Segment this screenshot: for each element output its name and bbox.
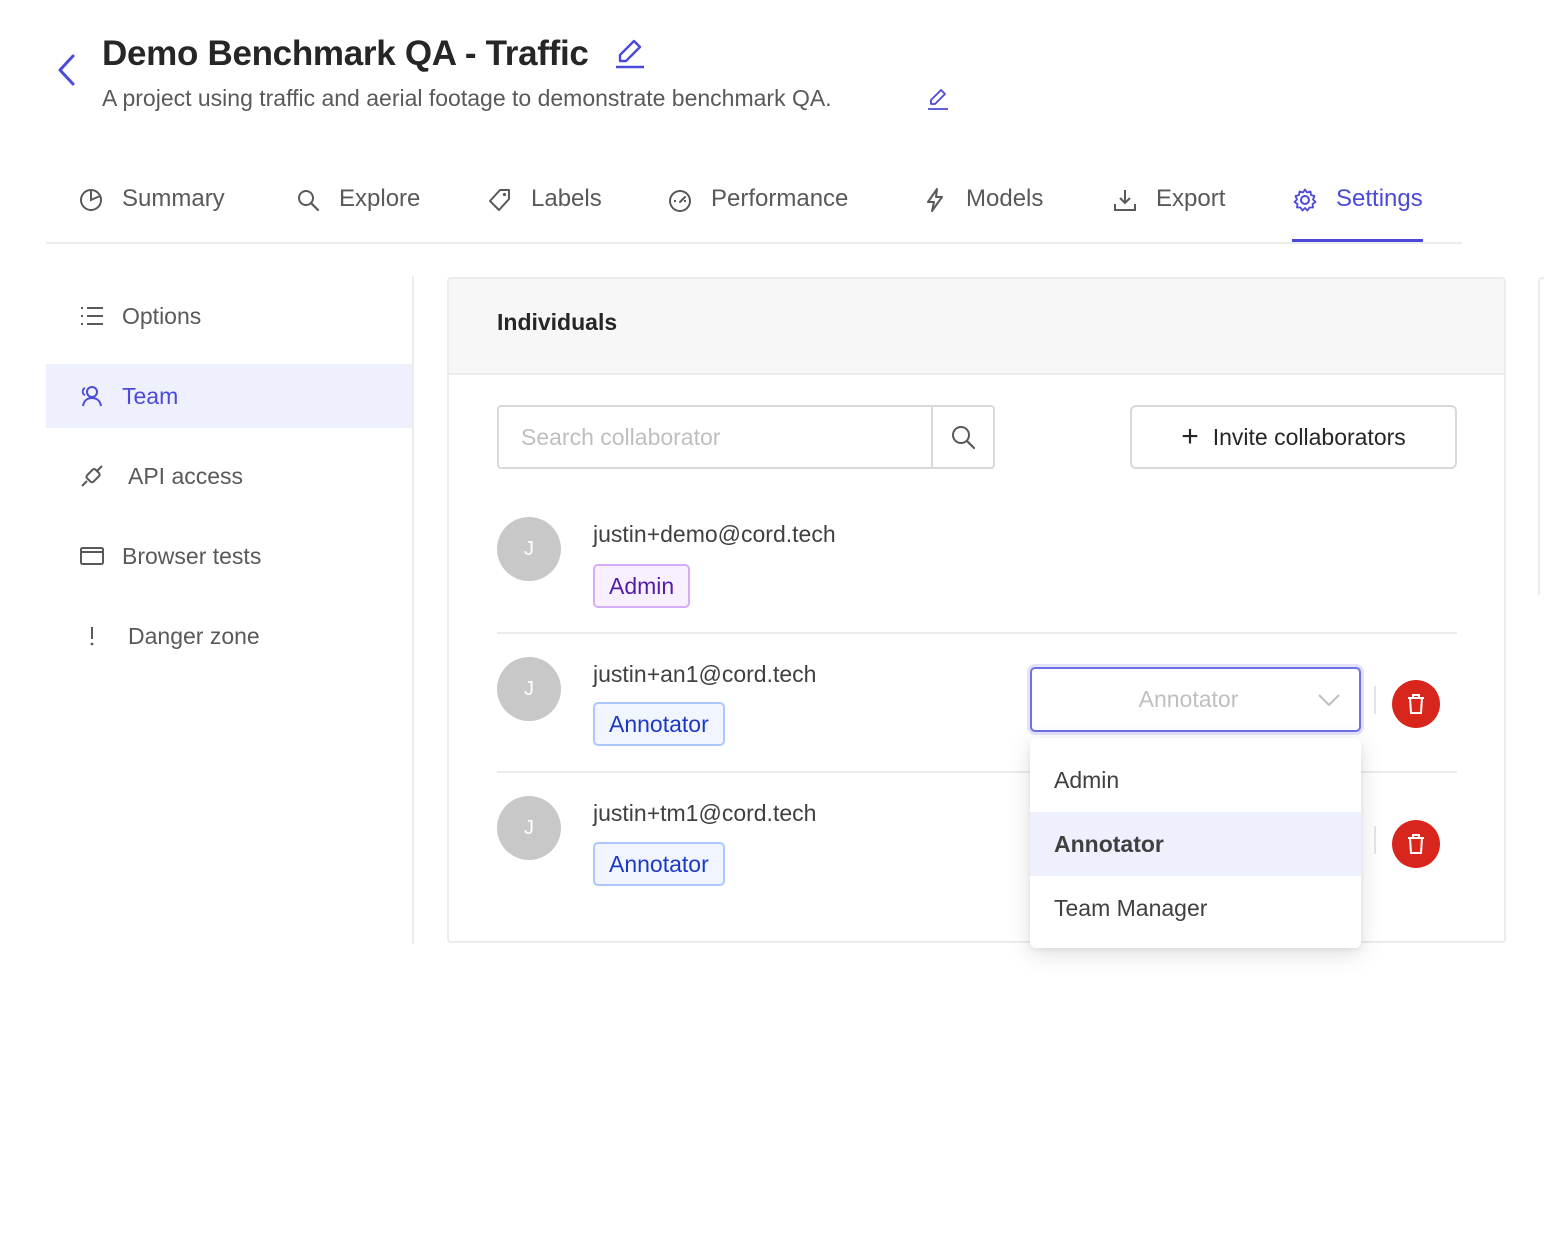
sidebar-item-api-access[interactable]: API access: [46, 444, 412, 508]
settings-sidebar: Options Team API access Browser tests Da…: [46, 276, 414, 944]
avatar: J: [497, 517, 561, 581]
collaborator-email: justin+an1@cord.tech: [593, 661, 817, 687]
project-tabs: Summary Explore Labels Performance Model…: [46, 160, 1462, 244]
card-header: Individuals: [449, 279, 1504, 375]
download-icon: [1114, 190, 1136, 211]
tab-performance[interactable]: Performance: [667, 178, 848, 242]
invite-collaborators-button[interactable]: + Invite collaborators: [1130, 405, 1457, 469]
role-dropdown-menu: Admin Annotator Team Manager: [1030, 738, 1361, 948]
search-button[interactable]: [931, 407, 993, 467]
edit-pencil-icon: [616, 39, 644, 69]
sidebar-item-options[interactable]: Options: [46, 284, 412, 348]
adjacent-panel-edge: [1538, 277, 1544, 595]
edit-pencil-icon: [928, 89, 948, 110]
page-title: Demo Benchmark QA - Traffic: [102, 34, 589, 73]
tab-settings[interactable]: Settings: [1292, 178, 1423, 242]
gear-icon: [1293, 188, 1317, 212]
delete-collaborator-button[interactable]: [1392, 820, 1440, 868]
sidebar-item-label: Danger zone: [128, 622, 260, 649]
chevron-left-icon: [58, 54, 75, 86]
sidebar-item-team[interactable]: Team: [46, 364, 412, 428]
sidebar-item-danger-zone[interactable]: Danger zone: [46, 604, 412, 668]
tag-icon: [489, 189, 510, 211]
tab-label: Summary: [122, 185, 225, 212]
pie-chart-icon: [80, 189, 102, 211]
role-tag: Annotator: [593, 702, 725, 746]
search-input[interactable]: [499, 407, 931, 467]
sidebar-item-browser-tests[interactable]: Browser tests: [46, 524, 412, 588]
role-tag: Annotator: [593, 842, 725, 886]
trash-icon: [1408, 834, 1424, 854]
divider: [1374, 826, 1376, 854]
dashboard-icon: [669, 190, 691, 212]
invite-label: Invite collaborators: [1212, 423, 1406, 450]
tab-models[interactable]: Models: [922, 178, 1043, 242]
back-button[interactable]: [50, 52, 82, 88]
sidebar-item-label: Team: [122, 382, 179, 409]
plus-icon: +: [1181, 420, 1199, 453]
role-option-annotator[interactable]: Annotator: [1030, 812, 1361, 876]
browser-window-icon: [78, 542, 106, 570]
collaborator-email: justin+demo@cord.tech: [593, 521, 836, 547]
exclamation-icon: [78, 622, 106, 650]
edit-title-button[interactable]: [612, 36, 646, 72]
edit-subtitle-button[interactable]: [926, 85, 950, 113]
collaborator-row: J justin+demo@cord.tech Admin: [497, 517, 1457, 634]
tab-label: Settings: [1336, 185, 1423, 212]
card-title: Individuals: [497, 309, 618, 335]
page-subtitle: A project using traffic and aerial foota…: [102, 85, 832, 111]
list-icon: [78, 302, 106, 330]
delete-collaborator-button[interactable]: [1392, 680, 1440, 728]
sidebar-item-label: Options: [122, 302, 202, 329]
divider: [1374, 686, 1376, 714]
role-tag: Admin: [593, 564, 691, 608]
avatar: J: [497, 657, 561, 721]
avatar: J: [497, 796, 561, 860]
tab-label: Labels: [531, 185, 602, 212]
tab-label: Export: [1156, 185, 1226, 212]
sidebar-item-label: Browser tests: [122, 542, 262, 569]
role-select-value: Annotator: [1138, 686, 1239, 712]
role-option-team-manager[interactable]: Team Manager: [1030, 876, 1361, 940]
team-icon: [78, 382, 106, 410]
collaborator-email: justin+tm1@cord.tech: [593, 800, 817, 826]
sidebar-item-label: API access: [128, 462, 244, 489]
tab-export[interactable]: Export: [1112, 178, 1225, 242]
tab-label: Explore: [339, 185, 421, 212]
trash-icon: [1408, 694, 1424, 714]
search-icon: [298, 190, 320, 212]
tab-label: Models: [966, 185, 1044, 212]
tab-labels[interactable]: Labels: [487, 178, 602, 242]
lightning-icon: [927, 188, 943, 212]
tab-summary[interactable]: Summary: [78, 178, 225, 242]
role-option-admin[interactable]: Admin: [1030, 748, 1361, 812]
tab-explore[interactable]: Explore: [295, 178, 420, 242]
api-plug-icon: [78, 462, 106, 490]
role-select[interactable]: Annotator: [1030, 667, 1361, 732]
search-collaborator: [497, 405, 995, 469]
chevron-down-icon: [1318, 693, 1340, 706]
search-icon: [952, 426, 976, 450]
tab-label: Performance: [711, 185, 849, 212]
